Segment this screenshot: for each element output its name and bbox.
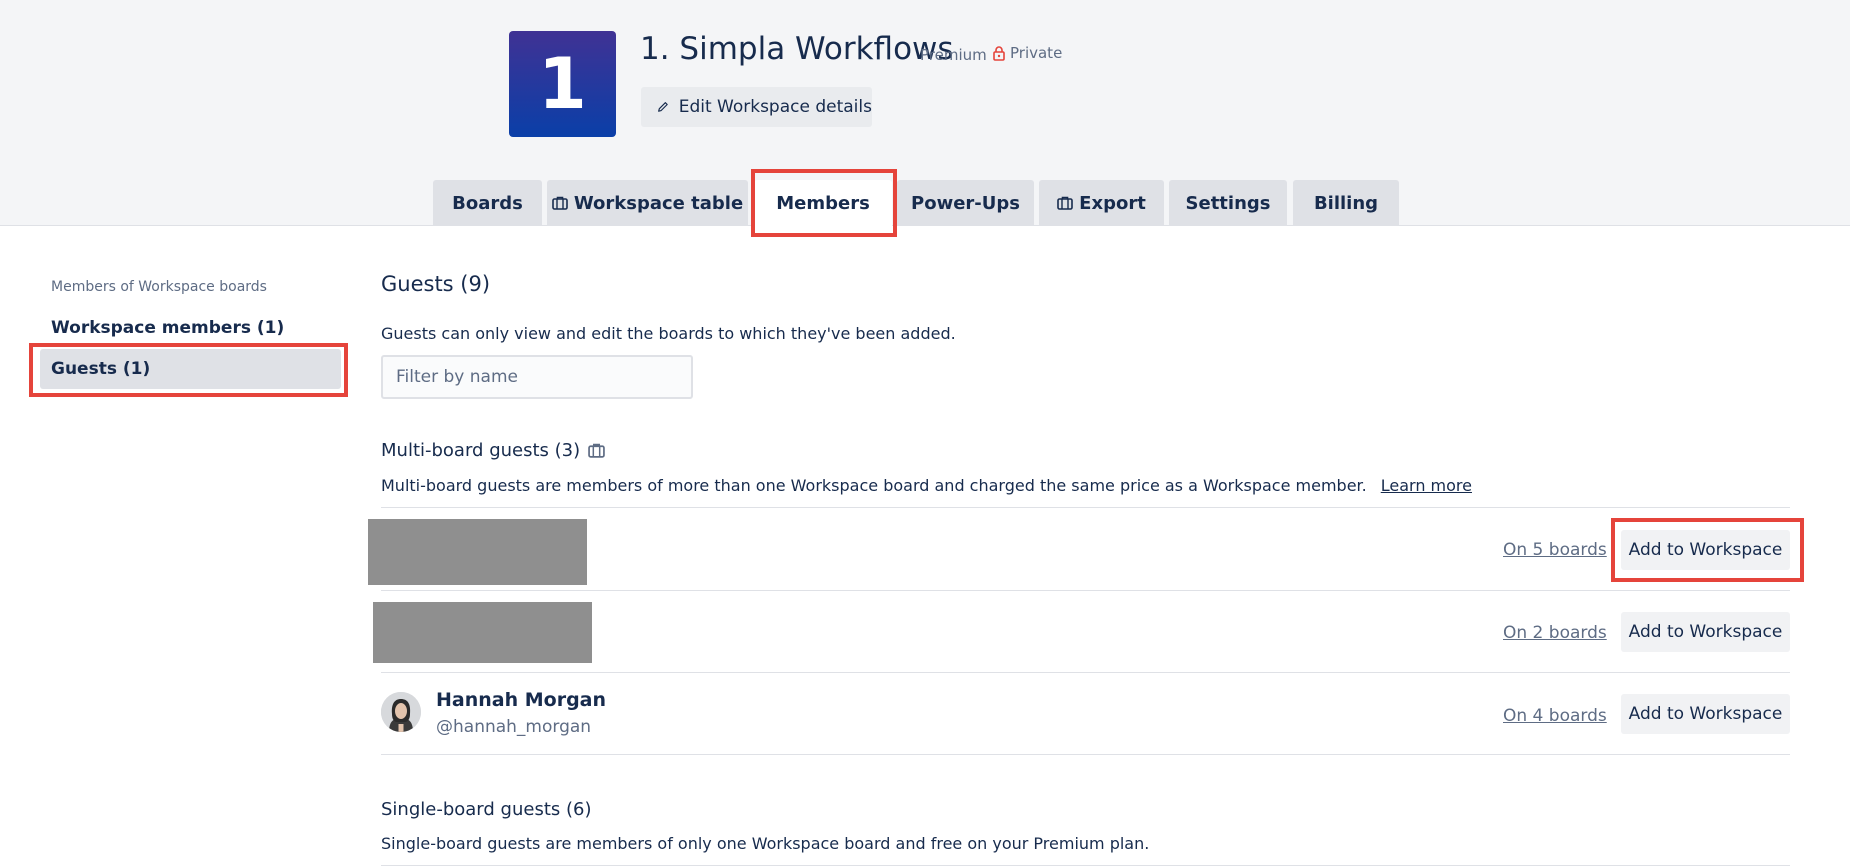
edit-workspace-label: Edit Workspace details: [678, 97, 872, 117]
member-name: Hannah Morgan: [436, 689, 607, 711]
row-divider: [381, 507, 1790, 508]
lock-icon: [993, 45, 1005, 61]
redacted-member-info: [368, 519, 587, 585]
tab-label: Boards: [452, 192, 523, 214]
multi-board-description: Multi-board guests are members of more t…: [381, 476, 1472, 495]
add-to-workspace-button[interactable]: Add to Workspace: [1621, 530, 1790, 570]
sidebar-item-label: Guests (1): [51, 359, 151, 379]
redacted-member-info: [373, 602, 592, 663]
workspace-title: 1. Simpla Workflows: [640, 31, 954, 67]
workspace-logo: 1: [509, 31, 616, 137]
tab-export[interactable]: Export: [1039, 180, 1164, 226]
filter-by-name-input[interactable]: [381, 355, 693, 399]
pencil-icon: [658, 102, 668, 112]
tab-label: Export: [1079, 192, 1146, 214]
boards-count-link[interactable]: On 5 boards: [1503, 540, 1607, 560]
briefcase-icon: [552, 196, 568, 210]
guests-heading: Guests (9): [381, 272, 491, 296]
tab-billing[interactable]: Billing: [1293, 180, 1399, 226]
tab-label: Power-Ups: [911, 192, 1020, 214]
multi-board-guests-heading: Multi-board guests (3): [381, 440, 605, 461]
avatar[interactable]: [381, 692, 421, 732]
briefcase-icon: [1057, 196, 1073, 210]
single-board-guests-heading: Single-board guests (6): [381, 799, 591, 820]
sidebar-item-guests[interactable]: Guests (1): [40, 349, 341, 389]
visibility-indicator: Private: [993, 44, 1062, 62]
tab-label: Members: [776, 193, 870, 214]
sidebar-heading: Members of Workspace boards: [51, 279, 267, 295]
tab-workspace-table[interactable]: Workspace table: [547, 180, 748, 226]
row-divider: [381, 754, 1790, 755]
edit-workspace-button[interactable]: Edit Workspace details: [641, 87, 872, 127]
tab-boards[interactable]: Boards: [433, 180, 542, 226]
sidebar-item-label: Workspace members (1): [51, 318, 285, 338]
boards-count-link[interactable]: On 2 boards: [1503, 623, 1607, 643]
briefcase-icon: [588, 443, 605, 458]
row-divider: [381, 672, 1790, 673]
tab-label: Settings: [1185, 192, 1271, 214]
member-photo-icon: [381, 692, 421, 732]
row-divider: [381, 590, 1790, 591]
tab-settings[interactable]: Settings: [1169, 180, 1287, 226]
tab-power-ups[interactable]: Power-Ups: [897, 180, 1034, 226]
multi-board-description-text: Multi-board guests are members of more t…: [381, 476, 1367, 495]
single-board-description: Single-board guests are members of only …: [381, 834, 1150, 853]
guests-description: Guests can only view and edit the boards…: [381, 324, 956, 343]
boards-count-link[interactable]: On 4 boards: [1503, 706, 1607, 726]
row-divider: [381, 865, 1790, 866]
add-to-workspace-button[interactable]: Add to Workspace: [1621, 694, 1790, 734]
single-board-title: Single-board guests (6): [381, 799, 592, 820]
learn-more-link[interactable]: Learn more: [1381, 476, 1472, 495]
member-handle: @hannah_morgan: [436, 717, 592, 737]
sidebar-item-workspace-members[interactable]: Workspace members (1): [40, 308, 341, 348]
tab-members[interactable]: Members: [754, 180, 892, 227]
add-to-workspace-button[interactable]: Add to Workspace: [1621, 612, 1790, 652]
tab-label: Workspace table: [573, 192, 744, 214]
visibility-label: Private: [1010, 44, 1063, 62]
multi-board-title: Multi-board guests (3): [381, 440, 581, 461]
tab-label: Billing: [1313, 192, 1379, 214]
plan-badge: Premium: [920, 46, 987, 64]
